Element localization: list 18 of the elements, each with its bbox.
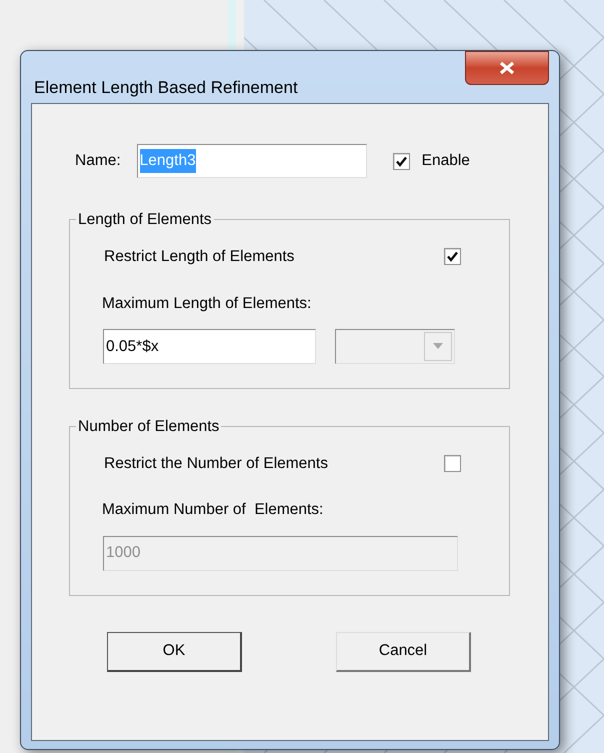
dropdown-arrow-icon: [433, 343, 443, 350]
restrict-label: Restrict Length of Elements: [104, 247, 294, 268]
checkbox[interactable]: [444, 455, 461, 472]
close-button[interactable]: [465, 51, 549, 85]
enable-label: Enable: [422, 151, 470, 172]
restrict-label: Restrict the Number of Elements: [104, 454, 328, 474]
value-field[interactable]: 0.05*$x: [103, 328, 316, 364]
dialog-button[interactable]: OK: [107, 632, 242, 672]
window-title: Element Length Based Refinement: [34, 77, 298, 99]
checkbox[interactable]: [444, 248, 461, 266]
maximum-label: Maximum Length of Elements:: [102, 294, 312, 314]
dialog-button[interactable]: Cancel: [336, 632, 471, 672]
maximum-label: Maximum Number of Elements:: [102, 500, 324, 520]
name-label: Name:: [75, 151, 121, 172]
group-title: Length of Elements: [77, 210, 213, 230]
group-title: Number of Elements: [77, 416, 220, 437]
checkbox[interactable]: [392, 152, 410, 170]
close-icon: [499, 61, 515, 75]
